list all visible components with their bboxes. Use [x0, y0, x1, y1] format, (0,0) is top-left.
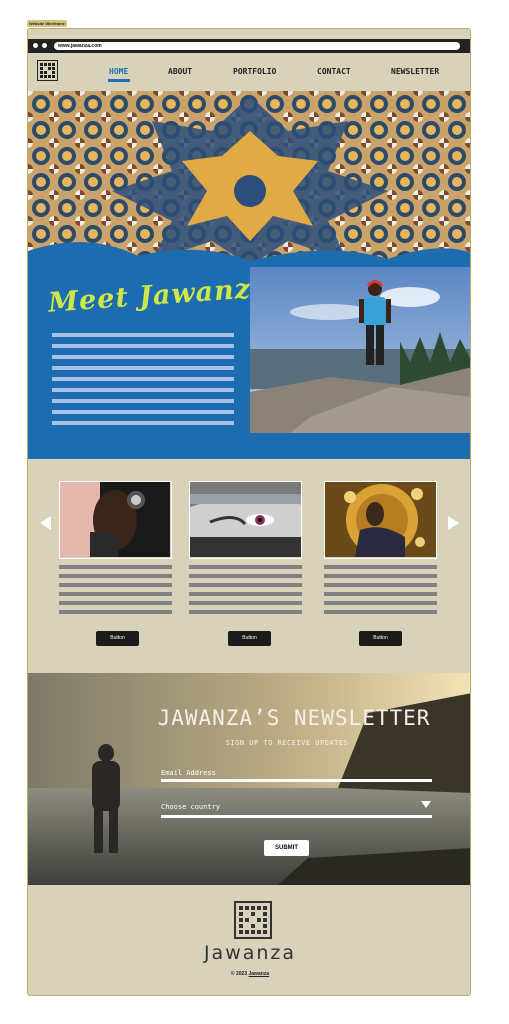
newsletter-subtitle: SIGN UP TO RECEIVE UPDATES	[225, 739, 349, 747]
card-text-placeholder	[189, 565, 302, 614]
footer: Jawanza © 2023 Jawanza	[28, 885, 470, 995]
nav-home-label: HOME	[109, 67, 129, 76]
gallery-image[interactable]	[189, 481, 302, 559]
meet-title: Meet Jawanza	[47, 272, 271, 319]
nav-about[interactable]: ABOUT	[168, 67, 192, 76]
browser-bar: www.jawanza.com	[28, 39, 470, 53]
submit-button[interactable]: SUBMIT	[264, 840, 309, 856]
meet-section: Meet Jawanza	[28, 266, 470, 459]
gallery-image[interactable]	[324, 481, 437, 559]
carousel-next-icon[interactable]	[448, 516, 459, 530]
gallery-image[interactable]	[59, 481, 172, 559]
nav-newsletter[interactable]: NEWSLETTER	[391, 67, 439, 76]
country-field-label: Choose country	[161, 803, 221, 811]
gallery-card: Button	[324, 481, 437, 646]
bio-text-placeholder	[52, 333, 234, 432]
newsletter-section: JAWANZA’S NEWSLETTER SIGN UP TO RECEIVE …	[28, 673, 470, 885]
gallery-card: Button	[189, 481, 302, 646]
active-underline	[108, 79, 130, 82]
nav-home[interactable]: HOME	[108, 67, 130, 82]
email-field[interactable]	[161, 779, 432, 782]
copyright-link[interactable]: Jawanza	[249, 971, 270, 977]
top-navigation: HOME ABOUT PORTFOLIO CONTACT NEWSLETTER	[28, 57, 470, 91]
frame-label: Website Wireframe	[27, 20, 67, 27]
nav-contact[interactable]: CONTACT	[317, 67, 351, 76]
hero-image	[28, 91, 470, 266]
brand-name: Jawanza	[203, 942, 297, 964]
logo-icon[interactable]	[234, 901, 272, 939]
window-dot-icon[interactable]	[33, 43, 38, 48]
card-button[interactable]: Button	[96, 631, 139, 646]
gallery-card: Button	[59, 481, 172, 646]
window-dot-icon[interactable]	[42, 43, 47, 48]
carousel-prev-icon[interactable]	[40, 516, 51, 530]
website-frame: www.jawanza.com HOME ABOUT PORTFOLIO CON…	[27, 28, 471, 996]
card-text-placeholder	[324, 565, 437, 614]
copyright-prefix: © 2023	[230, 971, 248, 977]
nav-portfolio[interactable]: PORTFOLIO	[233, 67, 276, 76]
url-bar[interactable]: www.jawanza.com	[54, 42, 460, 50]
chevron-down-icon[interactable]	[421, 801, 431, 808]
portfolio-gallery: Button Button Button	[28, 459, 470, 673]
copyright: © 2023 Jawanza	[28, 971, 470, 977]
country-select[interactable]	[161, 815, 432, 818]
portrait-photo	[250, 267, 470, 433]
email-field-label: Email Address	[161, 769, 216, 777]
newsletter-title: JAWANZA’S NEWSLETTER	[157, 706, 431, 730]
card-text-placeholder	[59, 565, 172, 614]
card-button[interactable]: Button	[228, 631, 271, 646]
logo-icon[interactable]	[37, 60, 58, 81]
card-button[interactable]: Button	[359, 631, 402, 646]
